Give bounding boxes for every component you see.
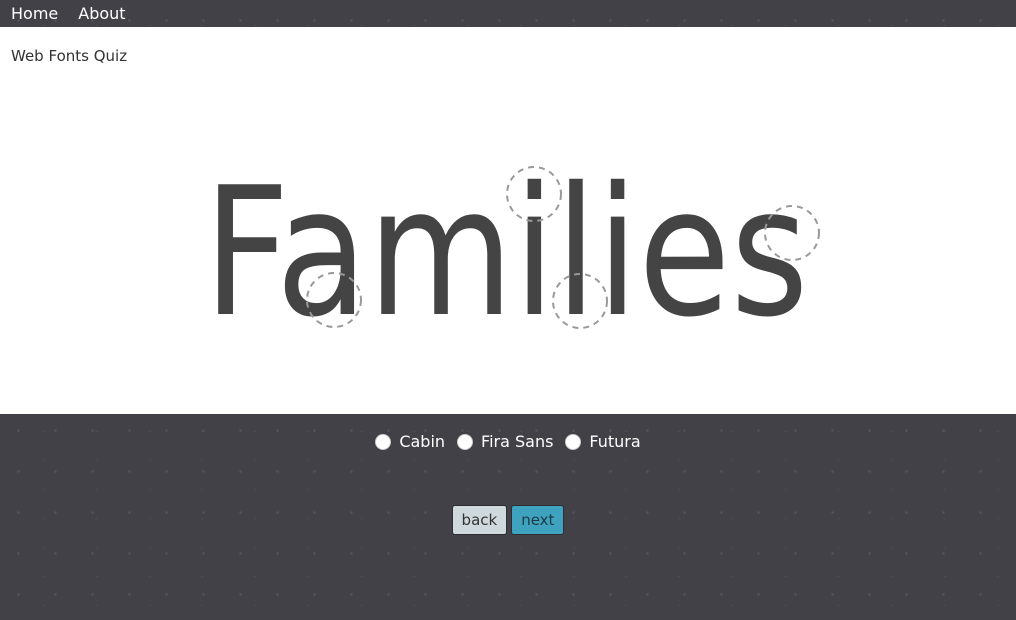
navigation-buttons: back next bbox=[0, 505, 1016, 535]
font-specimen: Families bbox=[204, 149, 820, 356]
option-fira-sans-label: Fira Sans bbox=[481, 432, 554, 451]
option-cabin-label: Cabin bbox=[399, 432, 446, 451]
top-navigation: Home About bbox=[0, 0, 1016, 27]
radio-fira-sans[interactable] bbox=[457, 433, 474, 450]
option-futura-label: Futura bbox=[589, 432, 641, 451]
font-options: Cabin Fira Sans Futura bbox=[0, 432, 1016, 451]
next-button[interactable]: next bbox=[511, 505, 565, 535]
option-futura[interactable]: Futura bbox=[565, 432, 641, 451]
nav-home-link[interactable]: Home bbox=[11, 0, 58, 27]
nav-about-link[interactable]: About bbox=[78, 0, 125, 27]
back-button[interactable]: back bbox=[451, 505, 508, 535]
radio-futura[interactable] bbox=[565, 433, 582, 450]
option-fira-sans[interactable]: Fira Sans bbox=[457, 432, 553, 451]
radio-cabin[interactable] bbox=[375, 433, 392, 450]
option-cabin[interactable]: Cabin bbox=[375, 432, 445, 451]
specimen-panel: Web Fonts Quiz Families bbox=[0, 27, 1016, 414]
specimen-word: Families bbox=[204, 149, 809, 356]
